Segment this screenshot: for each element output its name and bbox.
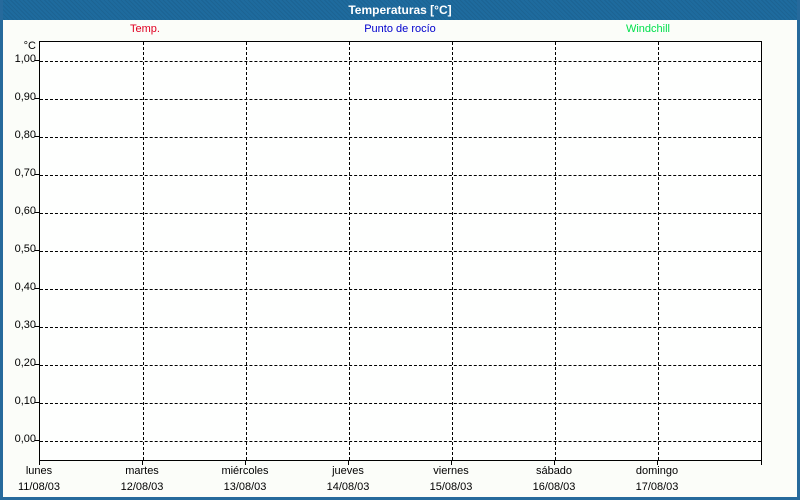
x-axis-date-label: 11/08/03	[17, 481, 60, 493]
y-gridline	[40, 251, 761, 252]
x-axis-date-label: 17/08/03	[635, 481, 679, 493]
y-axis-tick-label: 0,10	[14, 395, 36, 407]
y-gridline	[40, 213, 761, 214]
y-axis-tick-label: 0,50	[14, 243, 36, 255]
x-axis-day-label: martes	[125, 465, 159, 477]
y-gridline	[40, 175, 761, 176]
y-axis-tick-label: 0,20	[14, 357, 36, 369]
y-gridline	[40, 327, 761, 328]
window-titlebar: Temperaturas [°C]	[0, 0, 800, 20]
x-axis-day-label: lunes	[25, 465, 53, 477]
window-title: Temperaturas [°C]	[348, 3, 452, 17]
x-axis-day-label: domingo	[635, 465, 679, 477]
legend-item-1: Temp.	[130, 23, 160, 35]
x-axis-date-label: 16/08/03	[532, 481, 576, 493]
y-gridline	[40, 137, 761, 138]
y-gridline	[40, 403, 761, 404]
y-gridline	[40, 441, 761, 442]
plot-area	[39, 41, 762, 461]
x-gridline	[452, 42, 453, 460]
x-axis-date-label: 13/08/03	[223, 481, 267, 493]
y-axis-tick-label: 1,00	[14, 53, 36, 65]
y-axis-unit-label: °C	[23, 40, 36, 52]
y-gridline	[40, 289, 761, 290]
y-gridline	[40, 99, 761, 100]
legend-item-3: Windchill	[625, 23, 670, 35]
chart-window: Temperaturas [°C] Temp. Punto de rocío Win…	[0, 0, 800, 500]
legend-item-2: Punto de rocío	[364, 23, 436, 35]
x-axis-date-label: 15/08/03	[429, 481, 473, 493]
y-axis-tick-label: 0,00	[14, 433, 36, 445]
x-gridline	[246, 42, 247, 460]
y-gridline	[40, 61, 761, 62]
y-axis-tick-label: 0,30	[14, 319, 36, 331]
x-gridline	[143, 42, 144, 460]
x-gridline	[658, 42, 659, 460]
y-axis-tick-label: 0,80	[14, 129, 36, 141]
x-axis-date-label: 14/08/03	[326, 481, 370, 493]
x-axis-date-label: 12/08/03	[120, 481, 164, 493]
x-axis-day-label: miércoles	[221, 465, 269, 477]
x-gridline	[555, 42, 556, 460]
x-axis-tick	[761, 461, 762, 465]
x-axis-day-label: sábado	[535, 465, 573, 477]
chart-legend: Temp. Punto de rocío Windchill	[0, 22, 800, 38]
y-axis-tick-label: 0,60	[14, 205, 36, 217]
y-axis-tick-label: 0,90	[14, 91, 36, 103]
x-axis-day-label: viernes	[433, 465, 469, 477]
y-axis-tick-label: 0,40	[14, 281, 36, 293]
x-gridline	[349, 42, 350, 460]
y-axis-tick-label: 0,70	[14, 167, 36, 179]
y-gridline	[40, 365, 761, 366]
x-axis-day-label: jueves	[332, 465, 364, 477]
